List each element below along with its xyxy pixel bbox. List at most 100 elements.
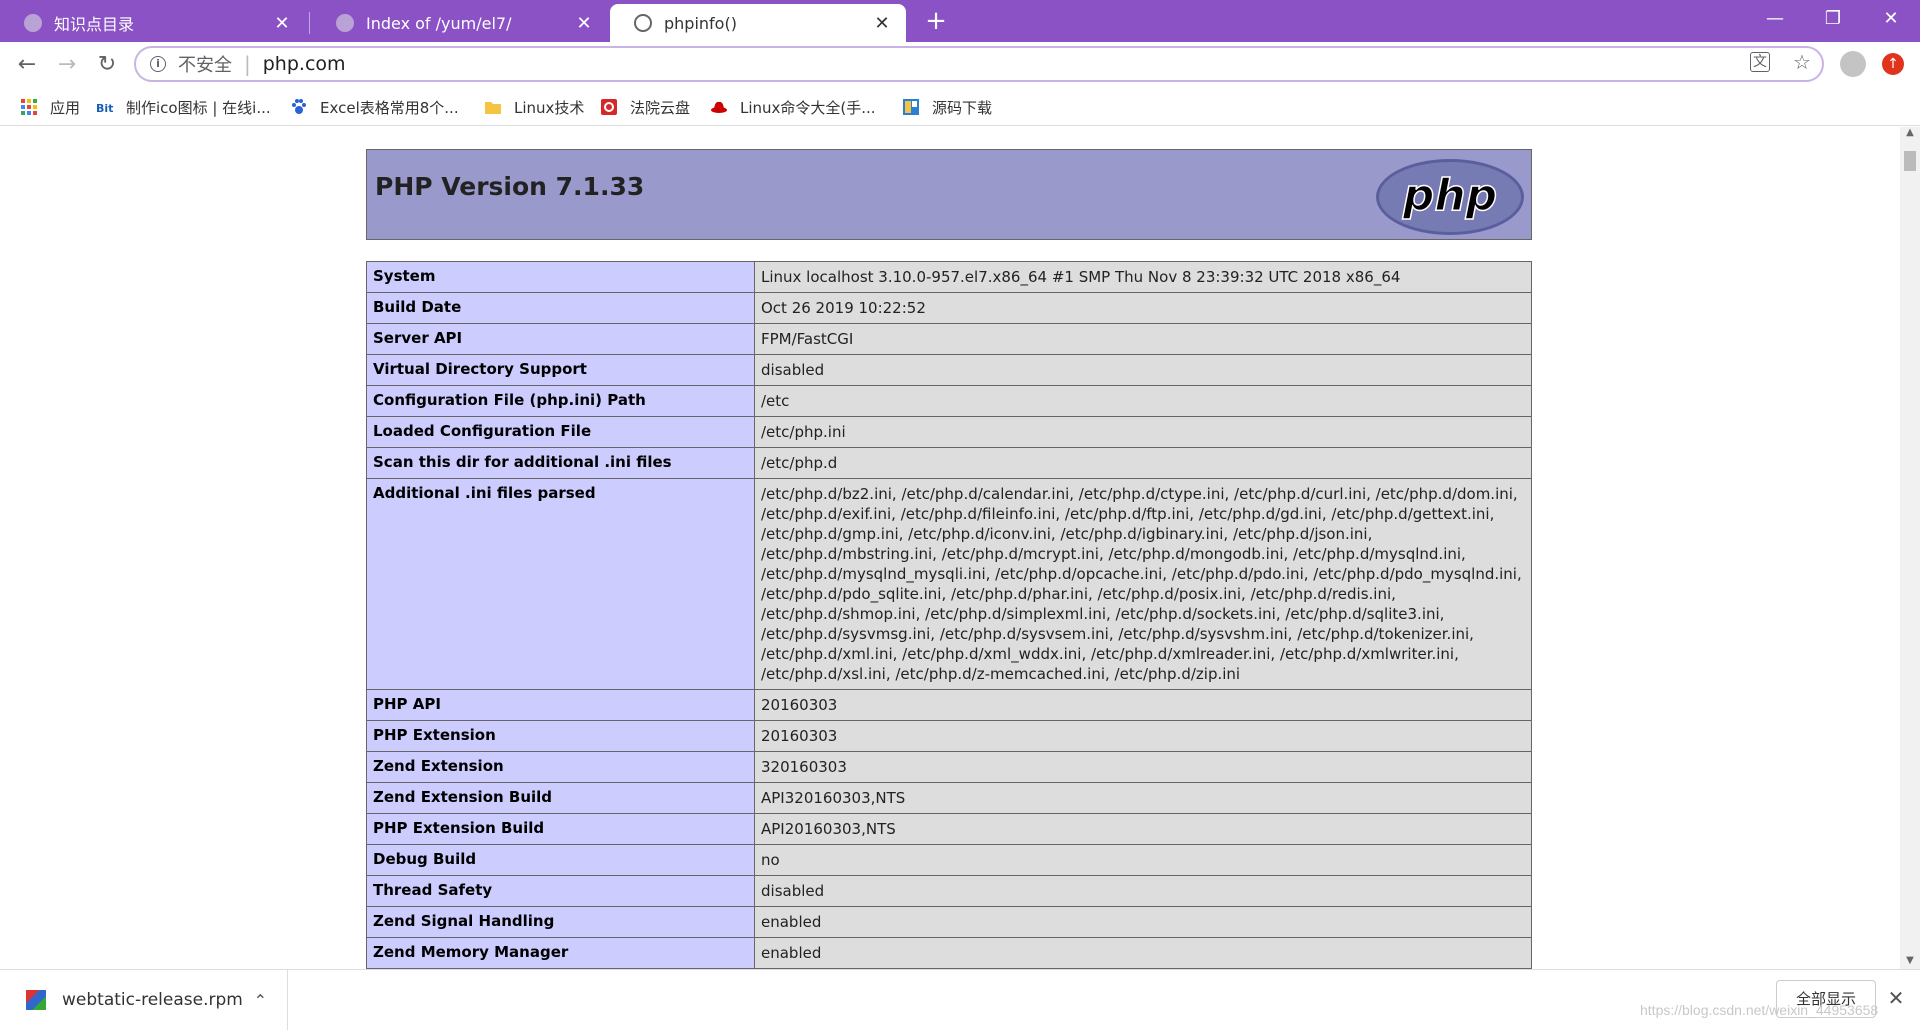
globe-icon — [24, 14, 42, 32]
bookmark-label: Excel表格常用8个... — [320, 98, 459, 117]
toolbar: ← → ↻ i 不安全 | php.com 文 ☆ ↑ — [0, 42, 1920, 88]
minimize-button[interactable]: — — [1746, 0, 1804, 38]
row-key: Server API — [366, 323, 755, 355]
update-icon[interactable]: ↑ — [1882, 53, 1904, 75]
row-value: disabled — [754, 354, 1532, 386]
table-row: PHP API 20160303 — [366, 689, 1532, 721]
table-row: Server API FPM/FastCGI — [366, 323, 1532, 355]
bookmark-court[interactable]: 法院云盘 — [600, 96, 690, 118]
row-value: /etc/php.d/bz2.ini, /etc/php.d/calendar.… — [754, 478, 1532, 690]
row-key: Zend Extension — [366, 751, 755, 783]
row-value: enabled — [754, 937, 1532, 969]
tab-yum-index[interactable]: Index of /yum/el7/ ✕ — [312, 4, 608, 42]
row-value: API20160303,NTS — [754, 813, 1532, 845]
bookmark-apps[interactable]: 应用 — [20, 96, 80, 118]
download-item[interactable]: webtatic-release.rpm ⌃ — [0, 970, 288, 1030]
table-row: Debug Build no — [366, 844, 1532, 876]
bookmark-label: 应用 — [50, 98, 81, 117]
new-tab-button[interactable]: + — [920, 6, 952, 38]
window-close-button[interactable]: ✕ — [1862, 0, 1920, 38]
reload-button[interactable]: ↻ — [92, 50, 122, 80]
php-info-table: System Linux localhost 3.10.0-957.el7.x86… — [366, 261, 1532, 969]
table-row: PHP Extension Build API20160303,NTS — [366, 813, 1532, 845]
bookmark-label: 源码下载 — [932, 98, 993, 117]
page-title: PHP Version 7.1.33 — [375, 172, 645, 201]
row-key: Virtual Directory Support — [366, 354, 755, 386]
globe-icon — [634, 14, 652, 32]
bookmark-ico[interactable]: Bit 制作ico图标 | 在线i... — [96, 96, 271, 118]
row-key: Zend Memory Manager — [366, 937, 755, 969]
bookmark-linux-cmd[interactable]: Linux命令大全(手... — [710, 96, 876, 118]
php-logo: php — [1376, 159, 1524, 235]
row-key: PHP API — [366, 689, 755, 721]
redhat-icon — [711, 101, 727, 113]
row-key: PHP Extension — [366, 720, 755, 752]
apps-icon — [21, 99, 37, 115]
scroll-down-arrow[interactable]: ▼ — [1900, 955, 1920, 966]
table-row: PHP Extension 20160303 — [366, 720, 1532, 752]
paw-icon — [292, 99, 306, 114]
tab-title: Index of /yum/el7/ — [366, 13, 512, 33]
close-icon[interactable]: ✕ — [574, 13, 594, 34]
tab-knowledge[interactable]: 知识点目录 ✕ — [0, 4, 306, 42]
table-row: Configuration File (php.ini) Path/etc — [366, 385, 1532, 417]
row-value: 320160303 — [754, 751, 1532, 783]
bookmark-label: 法院云盘 — [630, 98, 691, 117]
tab-title: 知识点目录 — [54, 15, 135, 34]
page-content: PHP Version 7.1.33 php System Linux local… — [0, 127, 1900, 969]
php-logo-text: php — [1402, 170, 1497, 221]
translate-icon[interactable]: 文 — [1750, 52, 1770, 72]
bookmark-linux[interactable]: Linux技术 — [484, 96, 584, 118]
restore-button[interactable]: ❐ — [1804, 0, 1862, 38]
row-value: Linux localhost 3.10.0-957.el7.x86_64 #1… — [754, 261, 1532, 293]
close-icon[interactable]: ✕ — [272, 13, 292, 34]
table-row: System Linux localhost 3.10.0-957.el7.x86… — [366, 261, 1532, 293]
scroll-up-arrow[interactable]: ▲ — [1900, 127, 1920, 138]
url-text[interactable]: php.com — [263, 53, 346, 75]
row-key: Build Date — [366, 292, 755, 324]
row-key: Loaded Configuration File — [366, 416, 755, 448]
tab-strip: 知识点目录 ✕ Index of /yum/el7/ ✕ phpinfo() ✕… — [0, 0, 1920, 42]
row-key: Thread Safety — [366, 875, 755, 907]
row-value: disabled — [754, 875, 1532, 907]
download-bar: webtatic-release.rpm ⌃ 全部显示 ✕ — [0, 969, 1920, 1030]
bookmark-label: Linux技术 — [514, 98, 585, 117]
star-icon[interactable]: ☆ — [1790, 50, 1814, 74]
row-key: Configuration File (php.ini) Path — [366, 385, 755, 417]
close-icon[interactable]: ✕ — [872, 13, 892, 34]
bookmark-label: 制作ico图标 | 在线i... — [126, 98, 271, 117]
vertical-scrollbar[interactable]: ▲ ▼ — [1900, 127, 1920, 969]
info-icon[interactable]: i — [150, 56, 166, 72]
scrollbar-thumb[interactable] — [1904, 151, 1916, 171]
table-row: Zend Extension 320160303 — [366, 751, 1532, 783]
chevron-up-icon[interactable]: ⌃ — [254, 991, 267, 1010]
row-value: 20160303 — [754, 720, 1532, 752]
back-button[interactable]: ← — [12, 50, 42, 80]
row-value: /etc/php.d — [754, 447, 1532, 479]
table-row: Loaded Configuration File/etc/php.ini — [366, 416, 1532, 448]
code-icon — [903, 99, 919, 115]
watermark: https://blog.csdn.net/weixin_44953658 — [1640, 1002, 1879, 1018]
avatar[interactable] — [1840, 51, 1866, 77]
table-row: Thread Safety disabled — [366, 875, 1532, 907]
close-download-bar-button[interactable]: ✕ — [1884, 986, 1908, 1010]
row-key: Scan this dir for additional .ini files — [366, 447, 755, 479]
row-value: enabled — [754, 906, 1532, 938]
bookmark-source[interactable]: 源码下载 — [902, 96, 992, 118]
tab-phpinfo[interactable]: phpinfo() ✕ — [610, 4, 906, 42]
bookmark-excel[interactable]: Excel表格常用8个... — [290, 96, 459, 118]
row-key: Debug Build — [366, 844, 755, 876]
address-bar[interactable]: i 不安全 | php.com — [134, 46, 1824, 82]
row-value: /etc — [754, 385, 1532, 417]
forward-button[interactable]: → — [52, 50, 82, 80]
bit-icon: Bit — [96, 100, 114, 115]
row-value: API320160303,NTS — [754, 782, 1532, 814]
row-value: FPM/FastCGI — [754, 323, 1532, 355]
row-value: no — [754, 844, 1532, 876]
svg-text:Bit: Bit — [96, 102, 113, 115]
archive-icon — [26, 990, 46, 1010]
separator: | — [244, 52, 251, 76]
court-icon — [601, 99, 617, 115]
tab-title: phpinfo() — [664, 13, 737, 33]
row-key: System — [366, 261, 755, 293]
